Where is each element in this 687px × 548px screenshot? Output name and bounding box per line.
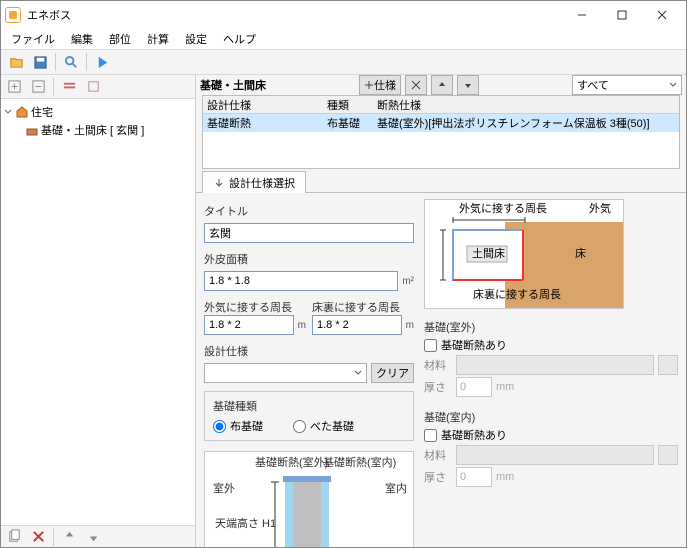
tree-view[interactable]: 住宅 基礎・土間床 [ 玄関 ] [1,99,195,525]
titlebar: エネボス [1,1,686,29]
design-combo[interactable] [204,363,367,383]
clear-button[interactable]: クリア [371,363,414,383]
sec-in-thk [456,467,492,487]
delete-icon[interactable] [27,526,49,548]
tree-child-label: 基礎・土間床 [ 玄関 ] [41,122,144,138]
panel-delete-button[interactable] [405,75,427,95]
save-icon[interactable] [29,51,51,73]
perim-out-label: 外気に接する周長 [204,299,306,315]
svg-text:基礎断熱(室外): 基礎断熱(室外) [255,455,328,469]
svg-text:外気: 外気 [589,201,611,215]
filter-combo[interactable]: すべて [572,75,682,95]
house-icon [15,105,29,119]
ftype-radio-b[interactable]: べた基礎 [293,418,354,434]
svg-text:床: 床 [575,246,586,260]
app-icon [5,7,21,23]
grid-row[interactable]: 基礎断熱 布基礎 基礎(室外)[押出法ポリスチレンフォーム保温板 3種(50)] [203,114,679,132]
minimize-button[interactable] [562,3,602,27]
panel-down-button[interactable] [457,75,479,95]
svg-text:土間床: 土間床 [472,246,505,260]
ftype-radio-a[interactable]: 布基礎 [213,418,263,434]
run-icon[interactable] [91,51,113,73]
title-input[interactable] [204,223,414,243]
spec-grid[interactable]: 設計仕様 種類 断熱仕様 基礎断熱 布基礎 基礎(室外)[押出法ポリスチレンフォ… [202,95,680,169]
sec-in-material-btn [658,445,678,465]
svg-text:天端高さ H1: 天端高さ H1 [215,516,276,530]
tree-root[interactable]: 住宅 [3,103,193,121]
svg-text:室内: 室内 [385,481,407,495]
add-spec-button[interactable]: 仕様 [359,75,401,95]
tree-expand-icon[interactable] [3,76,25,98]
chevron-down-icon [3,107,13,117]
foundation-diagram: 基礎断熱(室外) 基礎断熱(室内) 室外 室内 天端高さ H1 断熱深さ W1 … [204,451,414,547]
area-input[interactable] [204,271,398,291]
arrow-icon [213,177,225,189]
menu-edit[interactable]: 編集 [65,30,99,48]
grid-header-spec: 設計仕様 [203,96,323,113]
area-label: 外皮面積 [204,251,414,267]
svg-text:床裏に接する周長: 床裏に接する周長 [473,287,561,301]
menu-part[interactable]: 部位 [103,30,137,48]
svg-text:基礎断熱(室内): 基礎断熱(室内) [323,455,396,469]
design-label: 設計仕様 [204,343,414,359]
app-title: エネボス [27,7,562,23]
sec-out-check[interactable]: 基礎断熱あり [424,337,678,353]
right-panel: 基礎・土間床 仕様 すべて 設計仕様 種類 断熱仕様 基礎断熱 布基礎 基礎(室… [196,75,686,547]
up-icon[interactable] [58,526,80,548]
title-label: タイトル [204,203,414,219]
svg-text:室外: 室外 [213,481,235,495]
ftype-title: 基礎種類 [213,398,405,414]
foundation-icon [25,123,39,137]
sec-in-material [456,445,654,465]
tree-collapse-icon[interactable] [27,76,49,98]
perim-in-label: 床裏に接する周長 [312,299,414,315]
chevron-down-icon [669,81,677,89]
grid-header-insul: 断熱仕様 [373,96,679,113]
maximize-button[interactable] [602,3,642,27]
svg-text:外気に接する周長: 外気に接する周長 [459,201,547,215]
tree-config-icon[interactable] [58,76,80,98]
sec-out-material-btn [658,355,678,375]
copy-icon[interactable] [3,526,25,548]
sec-out-material [456,355,654,375]
panel-up-button[interactable] [431,75,453,95]
open-icon[interactable] [5,51,27,73]
down-icon[interactable] [82,526,104,548]
close-button[interactable] [642,3,682,27]
tree-tool-icon[interactable] [82,76,104,98]
menu-calc[interactable]: 計算 [141,30,175,48]
mini-diagram: 外気に接する周長 外気 土間床 床 床裏に接する周長 [424,199,624,309]
sec-in-title: 基礎(室内) [424,409,678,425]
search-icon[interactable] [60,51,82,73]
chevron-down-icon [354,369,362,377]
panel-title: 基礎・土間床 [200,77,266,93]
left-panel: 住宅 基礎・土間床 [ 玄関 ] [1,75,196,547]
menu-help[interactable]: ヘルプ [217,30,262,48]
sec-out-thk [456,377,492,397]
menu-file[interactable]: ファイル [5,30,61,48]
tree-child[interactable]: 基礎・土間床 [ 玄関 ] [3,121,193,139]
perim-out-input[interactable] [204,315,294,335]
toolbar [1,49,686,75]
grid-header-type: 種類 [323,96,373,113]
menubar: ファイル 編集 部位 計算 設定 ヘルプ [1,29,686,49]
tab-design-spec[interactable]: 設計仕様選択 [202,171,306,193]
menu-settings[interactable]: 設定 [179,30,213,48]
sec-in-check[interactable]: 基礎断熱あり [424,427,678,443]
tree-root-label: 住宅 [31,104,53,120]
sec-out-title: 基礎(室外) [424,319,678,335]
perim-in-input[interactable] [312,315,402,335]
